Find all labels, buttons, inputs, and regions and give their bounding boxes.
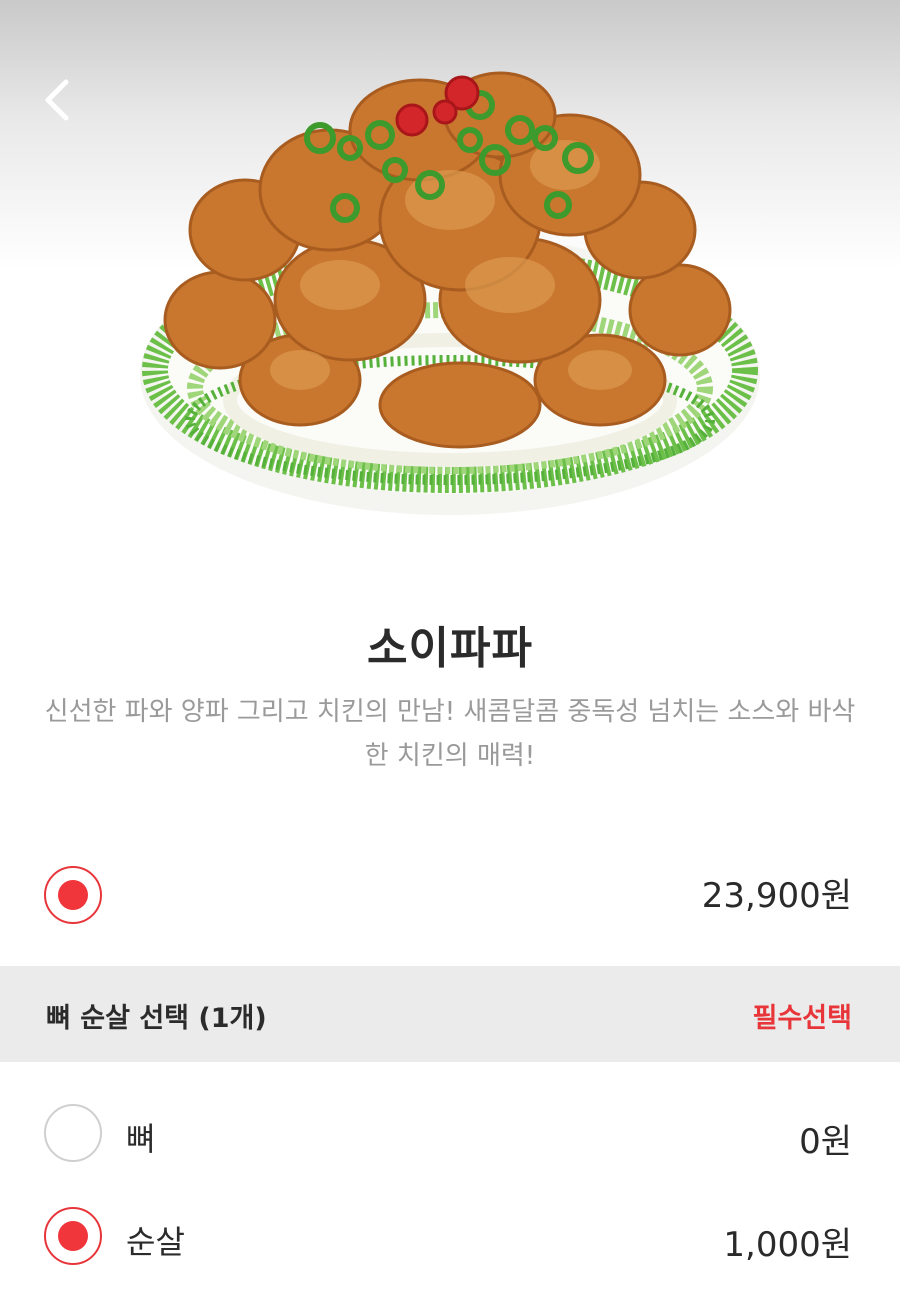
option-price: 0원: [799, 1122, 852, 1162]
product-description: 신선한 파와 양파 그리고 치킨의 만남! 새콤달콤 중독성 넘치는 소스와 바…: [44, 697, 856, 771]
back-button[interactable]: [30, 72, 86, 128]
option-group-title: 뼈 순살 선택 (1개): [46, 1003, 267, 1034]
base-price-radio[interactable]: [44, 866, 102, 924]
chevron-left-icon: [45, 79, 69, 121]
base-price-row[interactable]: 23,900원: [0, 860, 900, 930]
product-hero: [0, 0, 900, 560]
option-radio-boneless[interactable]: [44, 1207, 102, 1265]
fried-chicken-plate-image: [140, 71, 760, 515]
option-label: 순살: [126, 1223, 185, 1261]
required-badge: 필수선택: [752, 1003, 852, 1034]
product-name: 소이파파: [367, 623, 533, 674]
option-price: 1,000원: [723, 1225, 852, 1265]
option-row-bone[interactable]: 뼈 0원: [0, 1100, 900, 1170]
option-group-header: 뼈 순살 선택 (1개) 필수선택: [0, 966, 900, 1062]
base-price: 23,900원: [701, 876, 852, 916]
option-label: 뼈: [126, 1120, 156, 1158]
option-row-boneless[interactable]: 순살 1,000원: [0, 1203, 900, 1273]
option-radio-bone[interactable]: [44, 1104, 102, 1162]
